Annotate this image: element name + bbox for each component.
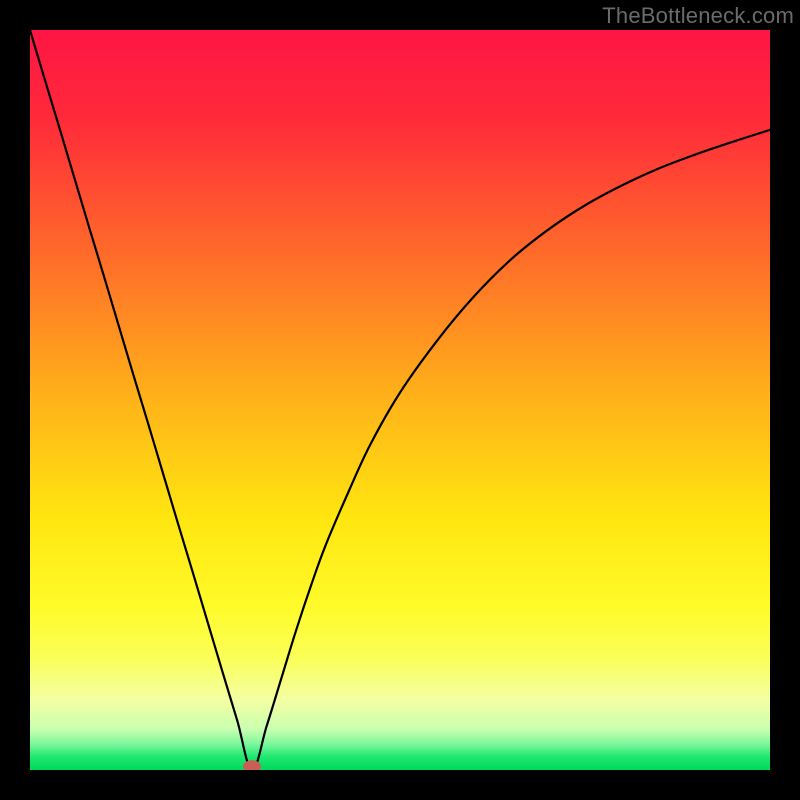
- watermark-text: TheBottleneck.com: [602, 3, 794, 29]
- chart-frame: TheBottleneck.com: [0, 0, 800, 800]
- bottleneck-chart: [30, 30, 770, 770]
